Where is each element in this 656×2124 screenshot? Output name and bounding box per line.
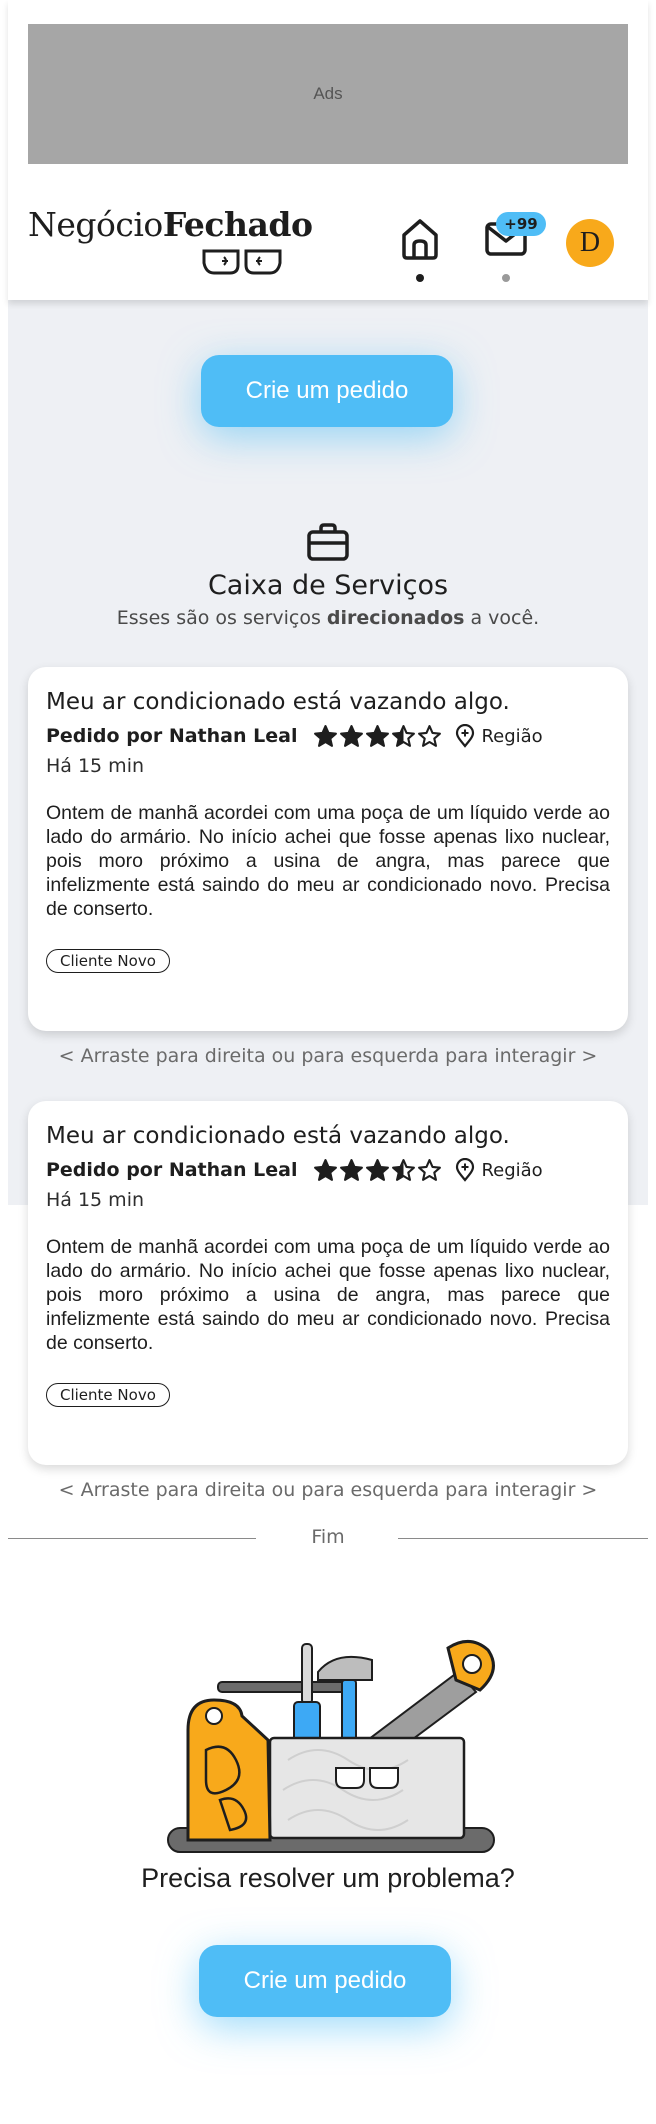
bottom-title: Precisa resolver um problema?	[141, 1863, 515, 1893]
rating-stars	[313, 1158, 443, 1183]
app-frame: Ads NegócioFechado +99 D Crie um pedido …	[8, 0, 648, 2124]
service-card[interactable]: Meu ar condicionado está vazando algo. P…	[28, 1101, 628, 1465]
service-card[interactable]: Meu ar condicionado está vazando algo. P…	[28, 667, 628, 1031]
create-request-button[interactable]: Crie um pedido	[201, 355, 453, 427]
card-description: Ontem de manhã acordei com uma poça de u…	[46, 802, 610, 920]
star-full-icon	[314, 724, 338, 747]
logo-text: NegócioFechado	[28, 205, 313, 244]
rating-stars	[313, 724, 443, 749]
swipe-hint: < Arraste para direita ou para esquerda …	[58, 1479, 598, 1501]
star-full-icon	[314, 1158, 338, 1181]
card-meta: Pedido por Nathan Leal Região	[46, 721, 610, 751]
star-half-icon	[392, 1158, 416, 1181]
card-title: Meu ar condicionado está vazando algo.	[46, 689, 510, 715]
star-empty-icon	[418, 724, 442, 747]
card-title: Meu ar condicionado está vazando algo.	[46, 1123, 510, 1149]
star-full-icon	[366, 1158, 390, 1181]
region-label: Região	[481, 1159, 543, 1181]
toolbox-illustration	[167, 1640, 495, 1853]
card-meta: Pedido por Nathan Leal Região	[46, 1155, 610, 1185]
handshake-icon	[202, 249, 282, 275]
avatar[interactable]: D	[566, 219, 614, 267]
card-description: Ontem de manhã acordei com uma poça de u…	[46, 1236, 610, 1354]
header: Ads NegócioFechado +99 D	[8, 0, 648, 300]
mail-badge: +99	[496, 212, 546, 236]
swipe-hint: < Arraste para direita ou para esquerda …	[58, 1045, 598, 1067]
location-plus-icon	[456, 1158, 475, 1182]
star-full-icon	[340, 1158, 364, 1181]
briefcase-icon	[307, 523, 349, 561]
card-time: Há 15 min	[46, 755, 145, 777]
create-request-button-bottom[interactable]: Crie um pedido	[199, 1945, 451, 2017]
card-author: Pedido por Nathan Leal	[46, 725, 298, 747]
card-author: Pedido por Nathan Leal	[46, 1159, 298, 1181]
logo[interactable]: NegócioFechado	[28, 205, 318, 280]
section-title: Caixa de Serviços	[207, 570, 449, 601]
star-half-icon	[392, 724, 416, 747]
end-divider-right	[398, 1538, 648, 1539]
star-empty-icon	[418, 1158, 442, 1181]
home-active-indicator	[416, 274, 424, 282]
region-label: Região	[481, 725, 543, 747]
region-link[interactable]: Região	[455, 724, 543, 748]
mail-indicator	[502, 274, 510, 282]
location-plus-icon	[456, 724, 475, 748]
client-tag: Cliente Novo	[46, 949, 170, 973]
region-link[interactable]: Região	[455, 1158, 543, 1182]
star-full-icon	[366, 724, 390, 747]
star-full-icon	[340, 724, 364, 747]
client-tag: Cliente Novo	[46, 1383, 170, 1407]
card-time: Há 15 min	[46, 1189, 145, 1211]
ads-banner[interactable]: Ads	[28, 24, 628, 164]
end-label: Fim	[311, 1526, 345, 1548]
section-subtitle: Esses são os serviços direcionados a voc…	[116, 607, 540, 629]
home-icon[interactable]	[396, 215, 444, 263]
